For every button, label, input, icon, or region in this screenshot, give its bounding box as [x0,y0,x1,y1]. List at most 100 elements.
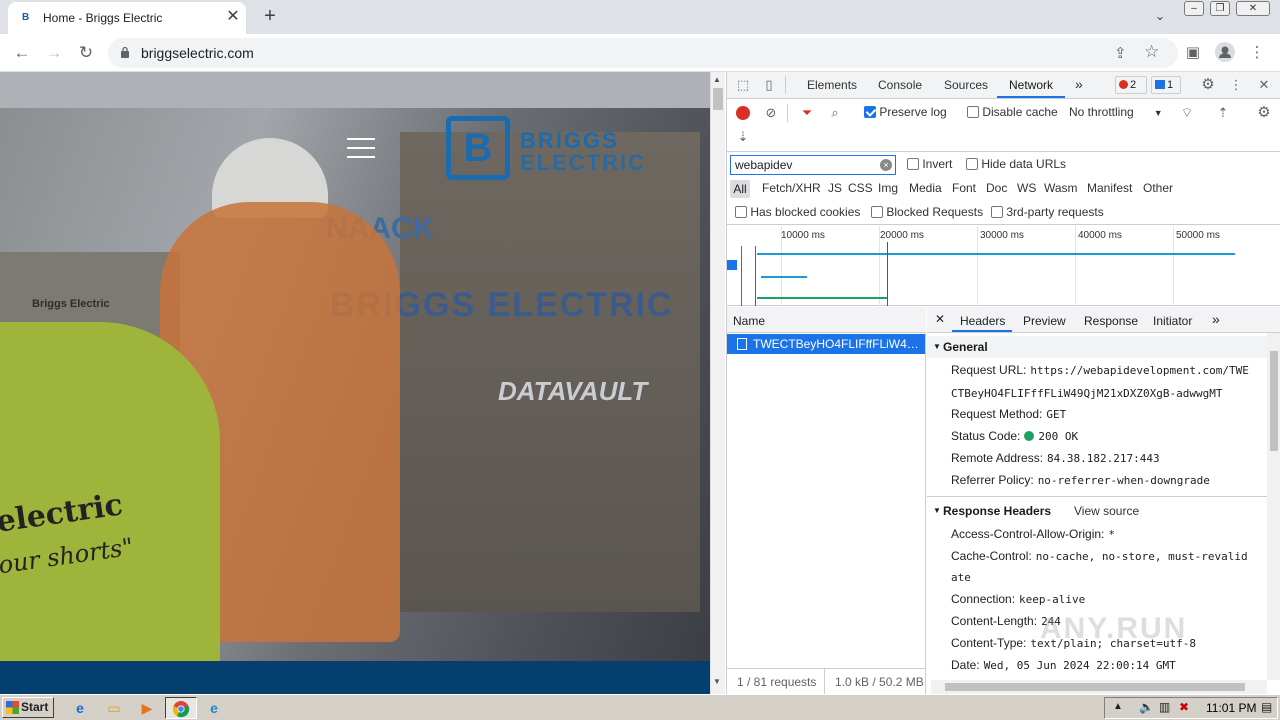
address-bar[interactable]: briggselectric.com ⇪ ☆ [108,38,1178,68]
tab-close-icon[interactable]: ✕ [224,8,242,26]
chrome-taskbar-button[interactable] [165,697,197,719]
invert-checkbox[interactable]: Invert [907,157,952,171]
tab-network[interactable]: Network [1009,78,1053,92]
has-blocked-cookies-checkbox[interactable]: Has blocked cookies [735,205,860,219]
background-wall [0,72,710,108]
filter-input[interactable]: webapidev × [730,155,896,175]
network-conditions-icon[interactable]: ⌔ [1178,104,1196,122]
type-filter-doc[interactable]: Doc [986,181,1007,195]
blocked-requests-checkbox[interactable]: Blocked Requests [871,205,983,219]
disable-cache-label: Disable cache [982,105,1058,119]
tab-preview[interactable]: Preview [1023,314,1066,328]
page-scrollbar[interactable]: ▲ ▼ [710,72,725,694]
device-toolbar-icon[interactable]: ▯ [760,76,778,94]
error-count: 2 [1130,79,1137,91]
import-har-icon[interactable]: ⇡ [1214,104,1232,122]
internet-explorer-icon[interactable]: e [68,697,92,719]
hide-data-urls-checkbox[interactable]: Hide data URLs [966,157,1066,171]
restore-button[interactable]: ❐ [1210,1,1230,16]
preserve-log-checkbox[interactable]: Preserve log [864,105,947,119]
type-filter-manifest[interactable]: Manifest [1087,181,1132,195]
type-filter-ws[interactable]: WS [1017,181,1036,195]
start-button[interactable]: Start [2,697,54,718]
clock[interactable]: 11:01 PM [1206,701,1256,715]
scrollbar-thumb[interactable] [945,683,1245,691]
scrollbar-thumb[interactable] [713,88,723,110]
record-button[interactable] [736,106,750,120]
error-count-badge[interactable]: 2 [1115,76,1147,94]
network-settings-gear-icon[interactable]: ⚙ [1255,104,1273,122]
devtools-close-icon[interactable]: ✕ [1255,76,1273,94]
edge-icon[interactable]: e [202,697,226,719]
speaker-icon[interactable]: 🔈 [1139,700,1154,714]
network-icon[interactable]: ▥ [1159,700,1170,714]
details-scrollbar[interactable] [1267,333,1280,680]
name-column-header[interactable]: Name [727,307,926,333]
tab-console[interactable]: Console [878,78,922,92]
scroll-up-icon[interactable]: ▲ [713,75,721,84]
window-close-button[interactable]: ✕ [1236,1,1270,16]
type-filter-js[interactable]: JS [828,181,842,195]
type-filter-all[interactable]: All [730,180,750,198]
minimize-button[interactable]: – [1184,1,1204,16]
media-player-icon[interactable]: ▶ [135,697,159,719]
site-logo[interactable]: B BRIGGS ELECTRIC [446,116,658,182]
tray-expand-icon[interactable]: ▲ [1113,701,1123,712]
request-url-row: Request URL: https://webapidevelopment.co… [951,363,1249,377]
tab-elements[interactable]: Elements [807,78,857,92]
throttling-select[interactable]: No throttling ▼ [1069,105,1163,119]
back-arrow-icon[interactable]: ← [10,42,34,64]
network-overview-timeline[interactable]: 10000 ms 20000 ms 30000 ms 40000 ms 5000… [727,226,1280,306]
type-filter-other[interactable]: Other [1143,181,1173,195]
type-filter-font[interactable]: Font [952,181,976,195]
type-filter-css[interactable]: CSS [848,181,873,195]
clear-log-icon[interactable]: ⊘ [762,104,780,122]
type-filter-wasm[interactable]: Wasm [1044,181,1078,195]
inspect-element-icon[interactable]: ⬚ [734,76,752,94]
file-explorer-icon[interactable]: ▭ [102,697,126,719]
message-count-badge[interactable]: 1 [1151,76,1181,94]
type-filter-media[interactable]: Media [909,181,942,195]
third-party-checkbox[interactable]: 3rd-party requests [991,205,1104,219]
request-row[interactable]: TWECTBeyHO4FLIFffFLiW49Q... [727,334,925,354]
general-section-header[interactable]: ▼ General [927,336,1267,358]
search-icon[interactable]: ⌕ [826,104,844,122]
details-horizontal-scrollbar[interactable] [931,680,1267,694]
more-tabs-icon[interactable]: » [1075,76,1083,92]
view-source-link[interactable]: View source [1074,504,1139,518]
forward-arrow-icon[interactable]: → [42,42,66,64]
browser-tab[interactable]: B Home - Briggs Electric ✕ [8,2,246,34]
response-headers-title: Response Headers [943,504,1052,518]
show-desktop-icon[interactable]: ▤ [1261,700,1272,714]
more-detail-tabs-icon[interactable]: » [1212,311,1220,327]
tab-search-chevron-icon[interactable]: ⌄ [1150,6,1170,26]
menu-kebab-icon[interactable]: ⋮ [1246,42,1268,64]
tab-initiator[interactable]: Initiator [1153,314,1192,328]
response-headers-section-header[interactable]: ▼ Response Headers View source [927,500,1267,522]
overview-tick: 50000 ms [1176,230,1220,241]
new-tab-button[interactable]: + [258,4,282,28]
export-har-icon[interactable]: ⇣ [734,128,752,146]
type-filter-fetch-xhr[interactable]: Fetch/XHR [762,181,821,195]
type-filter-img[interactable]: Img [878,181,898,195]
side-panel-icon[interactable]: ▣ [1182,42,1204,64]
tab-response[interactable]: Response [1084,314,1138,328]
throttling-value: No throttling [1069,105,1134,119]
security-shield-icon[interactable]: ✖ [1179,700,1189,714]
clear-filter-icon[interactable]: × [880,159,892,171]
reload-icon[interactable]: ↻ [74,42,98,64]
scrollbar-thumb[interactable] [1270,351,1278,451]
bookmark-star-icon[interactable]: ☆ [1144,42,1159,62]
close-details-icon[interactable]: ✕ [935,312,945,326]
disable-cache-checkbox[interactable]: Disable cache [967,105,1058,119]
tab-sources[interactable]: Sources [944,78,988,92]
devtools-menu-icon[interactable]: ⋮ [1227,76,1245,94]
tab-headers[interactable]: Headers [960,314,1005,328]
hamburger-menu-icon[interactable] [347,138,375,158]
profile-avatar-icon[interactable] [1214,42,1236,64]
request-name: TWECTBeyHO4FLIFffFLiW49Q... [753,337,921,351]
filter-funnel-icon[interactable]: ⏷ [798,104,816,122]
settings-gear-icon[interactable]: ⚙ [1199,76,1217,94]
share-icon[interactable]: ⇪ [1114,44,1127,62]
scroll-down-icon[interactable]: ▼ [713,677,721,686]
